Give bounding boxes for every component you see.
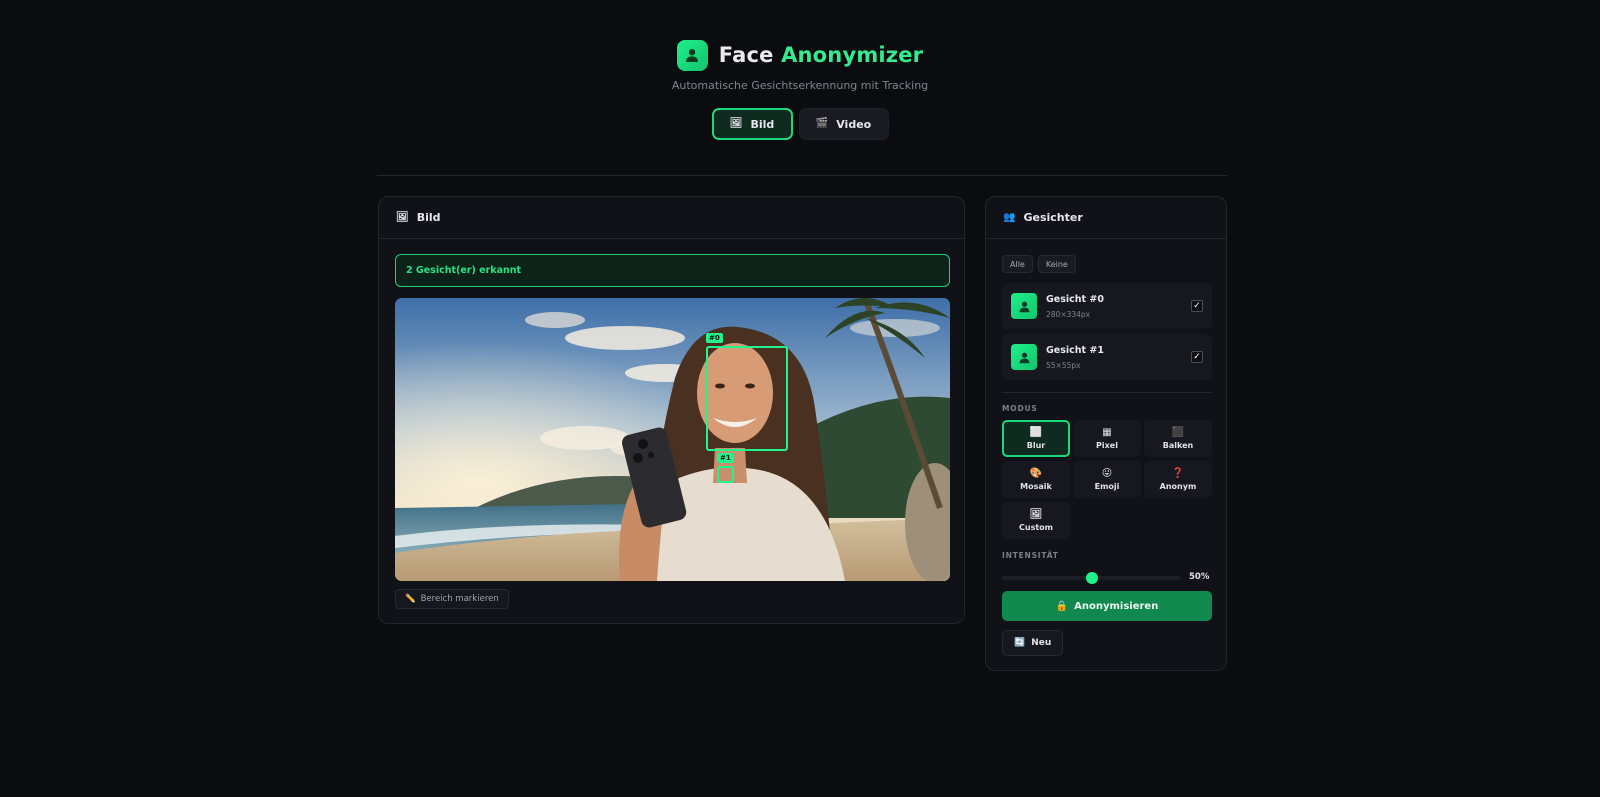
slider-thumb[interactable]: [1085, 572, 1098, 584]
mode-emoji[interactable]: 😛 Emoji: [1073, 461, 1141, 498]
blur-icon: ⬜: [1029, 426, 1043, 438]
intensity-label: INTENSITÄT: [1002, 551, 1059, 560]
face-meta-0: Gesicht #0 280×334px: [1046, 294, 1104, 319]
pixel-icon: ▦: [1102, 426, 1112, 438]
mode-blur[interactable]: ⬜ Blur: [1002, 420, 1070, 457]
tab-video[interactable]: 🎬 Video: [798, 108, 889, 140]
select-none-button[interactable]: Keine: [1037, 255, 1076, 273]
faces-panel-title: Gesichter: [1023, 211, 1083, 224]
mark-area-label: Bereich markieren: [420, 594, 499, 604]
face-tag-1: #1: [717, 453, 734, 464]
refresh-icon: 🔄: [1014, 638, 1026, 648]
faces-panel-header: 👥 Gesichter: [986, 197, 1226, 239]
slider-fill: [1002, 576, 1092, 580]
anonymize-label: Anonymisieren: [1074, 600, 1159, 612]
image-icon: 🖼: [729, 118, 743, 129]
intensity-slider[interactable]: [1002, 571, 1181, 585]
image-panel-title: Bild: [416, 211, 441, 224]
user-icon: [676, 39, 708, 71]
pencil-icon: ✏️: [405, 594, 416, 604]
beach-photo: [395, 298, 950, 581]
mode-tabs: 🖼 Bild 🎬 Video: [0, 108, 1600, 140]
face-name: Gesicht #1: [1046, 344, 1104, 356]
mode-label: Pixel: [1096, 440, 1118, 450]
anonymize-button[interactable]: 🔒 Anonymisieren: [1002, 591, 1212, 621]
brand: Face Anonymizer: [0, 39, 1600, 71]
face-item-1[interactable]: Gesicht #1 55×55px ✓: [1002, 334, 1212, 380]
user-icon: [1011, 344, 1037, 370]
image-preview[interactable]: #0 #1: [395, 298, 950, 581]
image-panel-header: 🖼 Bild: [379, 197, 964, 239]
face-name: Gesicht #0: [1046, 293, 1104, 305]
user-icon: [1011, 293, 1037, 319]
tab-video-label: Video: [836, 117, 872, 131]
faces-panel: 👥 Gesichter Alle Keine Gesicht #0 280×33…: [985, 196, 1227, 671]
new-label: Neu: [1031, 638, 1052, 648]
mode-label: Custom: [1019, 522, 1053, 532]
mode-mosaic[interactable]: 🎨 Mosaik: [1002, 461, 1070, 498]
select-all-button[interactable]: Alle: [1002, 255, 1033, 273]
image-icon: 🖼: [396, 212, 409, 223]
face-item-0[interactable]: Gesicht #0 280×334px ✓: [1002, 283, 1212, 329]
face-box-1[interactable]: [717, 466, 734, 483]
face-size: 55×55px: [1046, 360, 1081, 370]
mark-area-button[interactable]: ✏️ Bereich markieren: [395, 589, 509, 609]
face-meta-1: Gesicht #1 55×55px: [1046, 345, 1104, 370]
bar-icon: ⬛: [1171, 426, 1185, 438]
header-divider: [377, 175, 1227, 176]
app-subtitle: Automatische Gesichtserkennung mit Track…: [671, 79, 929, 92]
lock-icon: 🔒: [1055, 600, 1069, 612]
faces-divider: [1002, 392, 1212, 393]
question-icon: ❓: [1171, 467, 1185, 479]
mode-anonymous[interactable]: ❓ Anonym: [1144, 461, 1212, 498]
mode-bar[interactable]: ⬛ Balken: [1144, 420, 1212, 457]
film-icon: 🎬: [815, 118, 829, 129]
new-button[interactable]: 🔄 Neu: [1002, 630, 1064, 656]
users-icon: 👥: [1003, 212, 1016, 223]
face-checkbox-1[interactable]: ✓: [1191, 351, 1203, 363]
selection-chips: Alle Keine: [1002, 255, 1076, 273]
detection-status: 2 Gesicht(er) erkannt: [395, 254, 950, 287]
tab-image-label: Bild: [750, 117, 775, 131]
emoji-icon: 😛: [1101, 467, 1113, 479]
app-title-main: Face: [718, 43, 774, 67]
mode-label: MODUS: [1002, 404, 1038, 413]
mode-custom[interactable]: 🖼 Custom: [1002, 502, 1070, 539]
picture-icon: 🖼: [1029, 508, 1043, 520]
tab-image[interactable]: 🖼 Bild: [711, 108, 793, 140]
image-panel: 🖼 Bild 2 Gesicht(er) erkannt #0 #1 ✏️ Be…: [378, 196, 965, 624]
app-title: Face Anonymizer: [719, 43, 923, 67]
app-title-accent: Anonymizer: [781, 43, 924, 67]
palette-icon: 🎨: [1029, 467, 1043, 479]
intensity-value: 50%: [1189, 572, 1210, 582]
face-size: 280×334px: [1046, 309, 1091, 319]
mode-label: Emoji: [1094, 481, 1120, 491]
mode-label: Balken: [1162, 440, 1194, 450]
mode-label: Anonym: [1159, 481, 1197, 491]
face-tag-0: #0: [706, 333, 723, 344]
mode-label: Mosaik: [1020, 481, 1052, 491]
face-box-0[interactable]: [706, 346, 788, 451]
face-checkbox-0[interactable]: ✓: [1191, 300, 1203, 312]
mode-label: Blur: [1026, 440, 1046, 450]
mode-pixel[interactable]: ▦ Pixel: [1073, 420, 1141, 457]
app-header: Face Anonymizer Automatische Gesichtserk…: [0, 39, 1600, 140]
